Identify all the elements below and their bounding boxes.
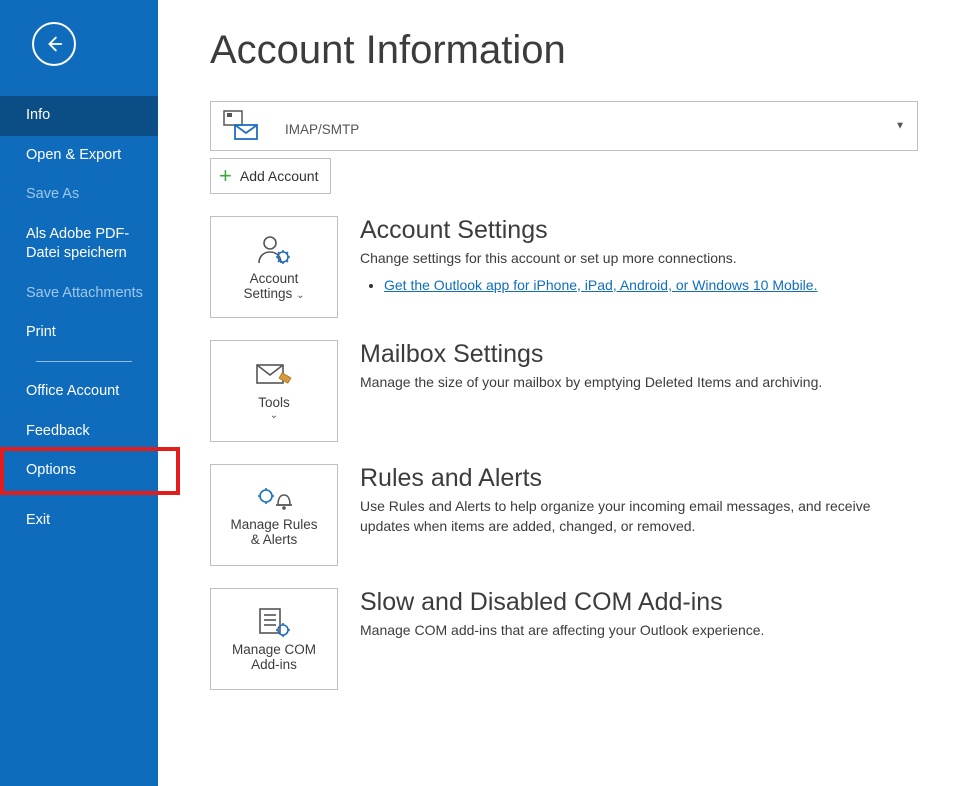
plus-icon: + [219,165,232,187]
nav-print[interactable]: Print [0,313,158,353]
manage-com-addins-tile[interactable]: Manage COM Add-ins [210,588,338,690]
outlook-app-link[interactable]: Get the Outlook app for iPhone, iPad, An… [384,277,817,293]
com-addins-desc: Manage COM add-ins that are affecting yo… [360,621,918,641]
account-protocol-text: IMAP/SMTP [285,122,359,137]
backstage-sidebar: Info Open & Export Save As Als Adobe PDF… [0,0,158,786]
com-addins-title: Slow and Disabled COM Add-ins [360,588,918,617]
mailbox-settings-title: Mailbox Settings [360,340,918,369]
nav-open-export[interactable]: Open & Export [0,136,158,176]
tools-tile[interactable]: Tools ⌄ [210,340,338,442]
nav-save-as-adobe-pdf[interactable]: Als Adobe PDF-Datei speichern [0,215,158,274]
tile-label-line2: Settings [244,286,293,301]
envelope-brush-icon [254,361,294,391]
mailbox-icon [221,109,259,143]
add-account-button[interactable]: + Add Account [210,158,331,194]
rules-alerts-title: Rules and Alerts [360,464,918,493]
account-settings-tile[interactable]: Account Settings ⌄ [210,216,338,318]
tile-label-line1: Manage COM [232,642,316,657]
rules-alerts-desc: Use Rules and Alerts to help organize yo… [360,497,918,536]
tile-label: Tools [258,395,290,410]
arrow-left-icon [43,33,65,55]
nav-label: Als Adobe PDF-Datei speichern [26,226,129,262]
account-dropdown[interactable]: IMAP/SMTP ▼ [210,101,918,151]
chevron-down-icon: ⌄ [296,290,304,301]
account-settings-title: Account Settings [360,216,918,245]
nav-info[interactable]: Info [0,96,158,136]
nav-feedback[interactable]: Feedback [0,412,158,452]
nav-divider [36,361,132,362]
mailbox-settings-desc: Manage the size of your mailbox by empty… [360,373,918,393]
nav-label: Save Attachments [26,285,143,301]
nav-label: Office Account [26,383,119,399]
nav-label: Save As [26,186,79,202]
chevron-down-icon: ⌄ [270,410,278,421]
add-account-label: Add Account [240,168,319,184]
tile-label-line2: Add-ins [251,657,297,672]
page-title: Account Information [210,28,918,73]
nav-exit[interactable]: Exit [0,501,158,541]
gear-bell-icon [254,483,294,513]
nav-label: Info [26,107,50,123]
chevron-down-icon: ▼ [895,121,905,132]
manage-rules-tile[interactable]: Manage Rules & Alerts [210,464,338,566]
tile-label-line1: Manage Rules [230,517,317,532]
nav-label: Feedback [26,423,90,439]
nav-label: Open & Export [26,147,121,163]
nav-office-account[interactable]: Office Account [0,372,158,412]
user-gear-icon [255,233,293,267]
nav-label: Print [26,324,56,340]
main-content: Account Information IMAP/SMTP ▼ + Add Ac… [158,0,960,786]
nav-save-attachments: Save Attachments [0,274,158,314]
account-settings-desc: Change settings for this account or set … [360,249,918,269]
nav-options[interactable]: Options [0,451,158,491]
back-button[interactable] [32,22,76,66]
nav-label: Exit [26,512,50,528]
nav-label: Options [26,462,76,478]
list-gear-icon [254,606,294,638]
tile-label-line2: & Alerts [251,532,298,547]
tile-label-line1: Account [250,271,299,286]
nav-save-as: Save As [0,175,158,215]
